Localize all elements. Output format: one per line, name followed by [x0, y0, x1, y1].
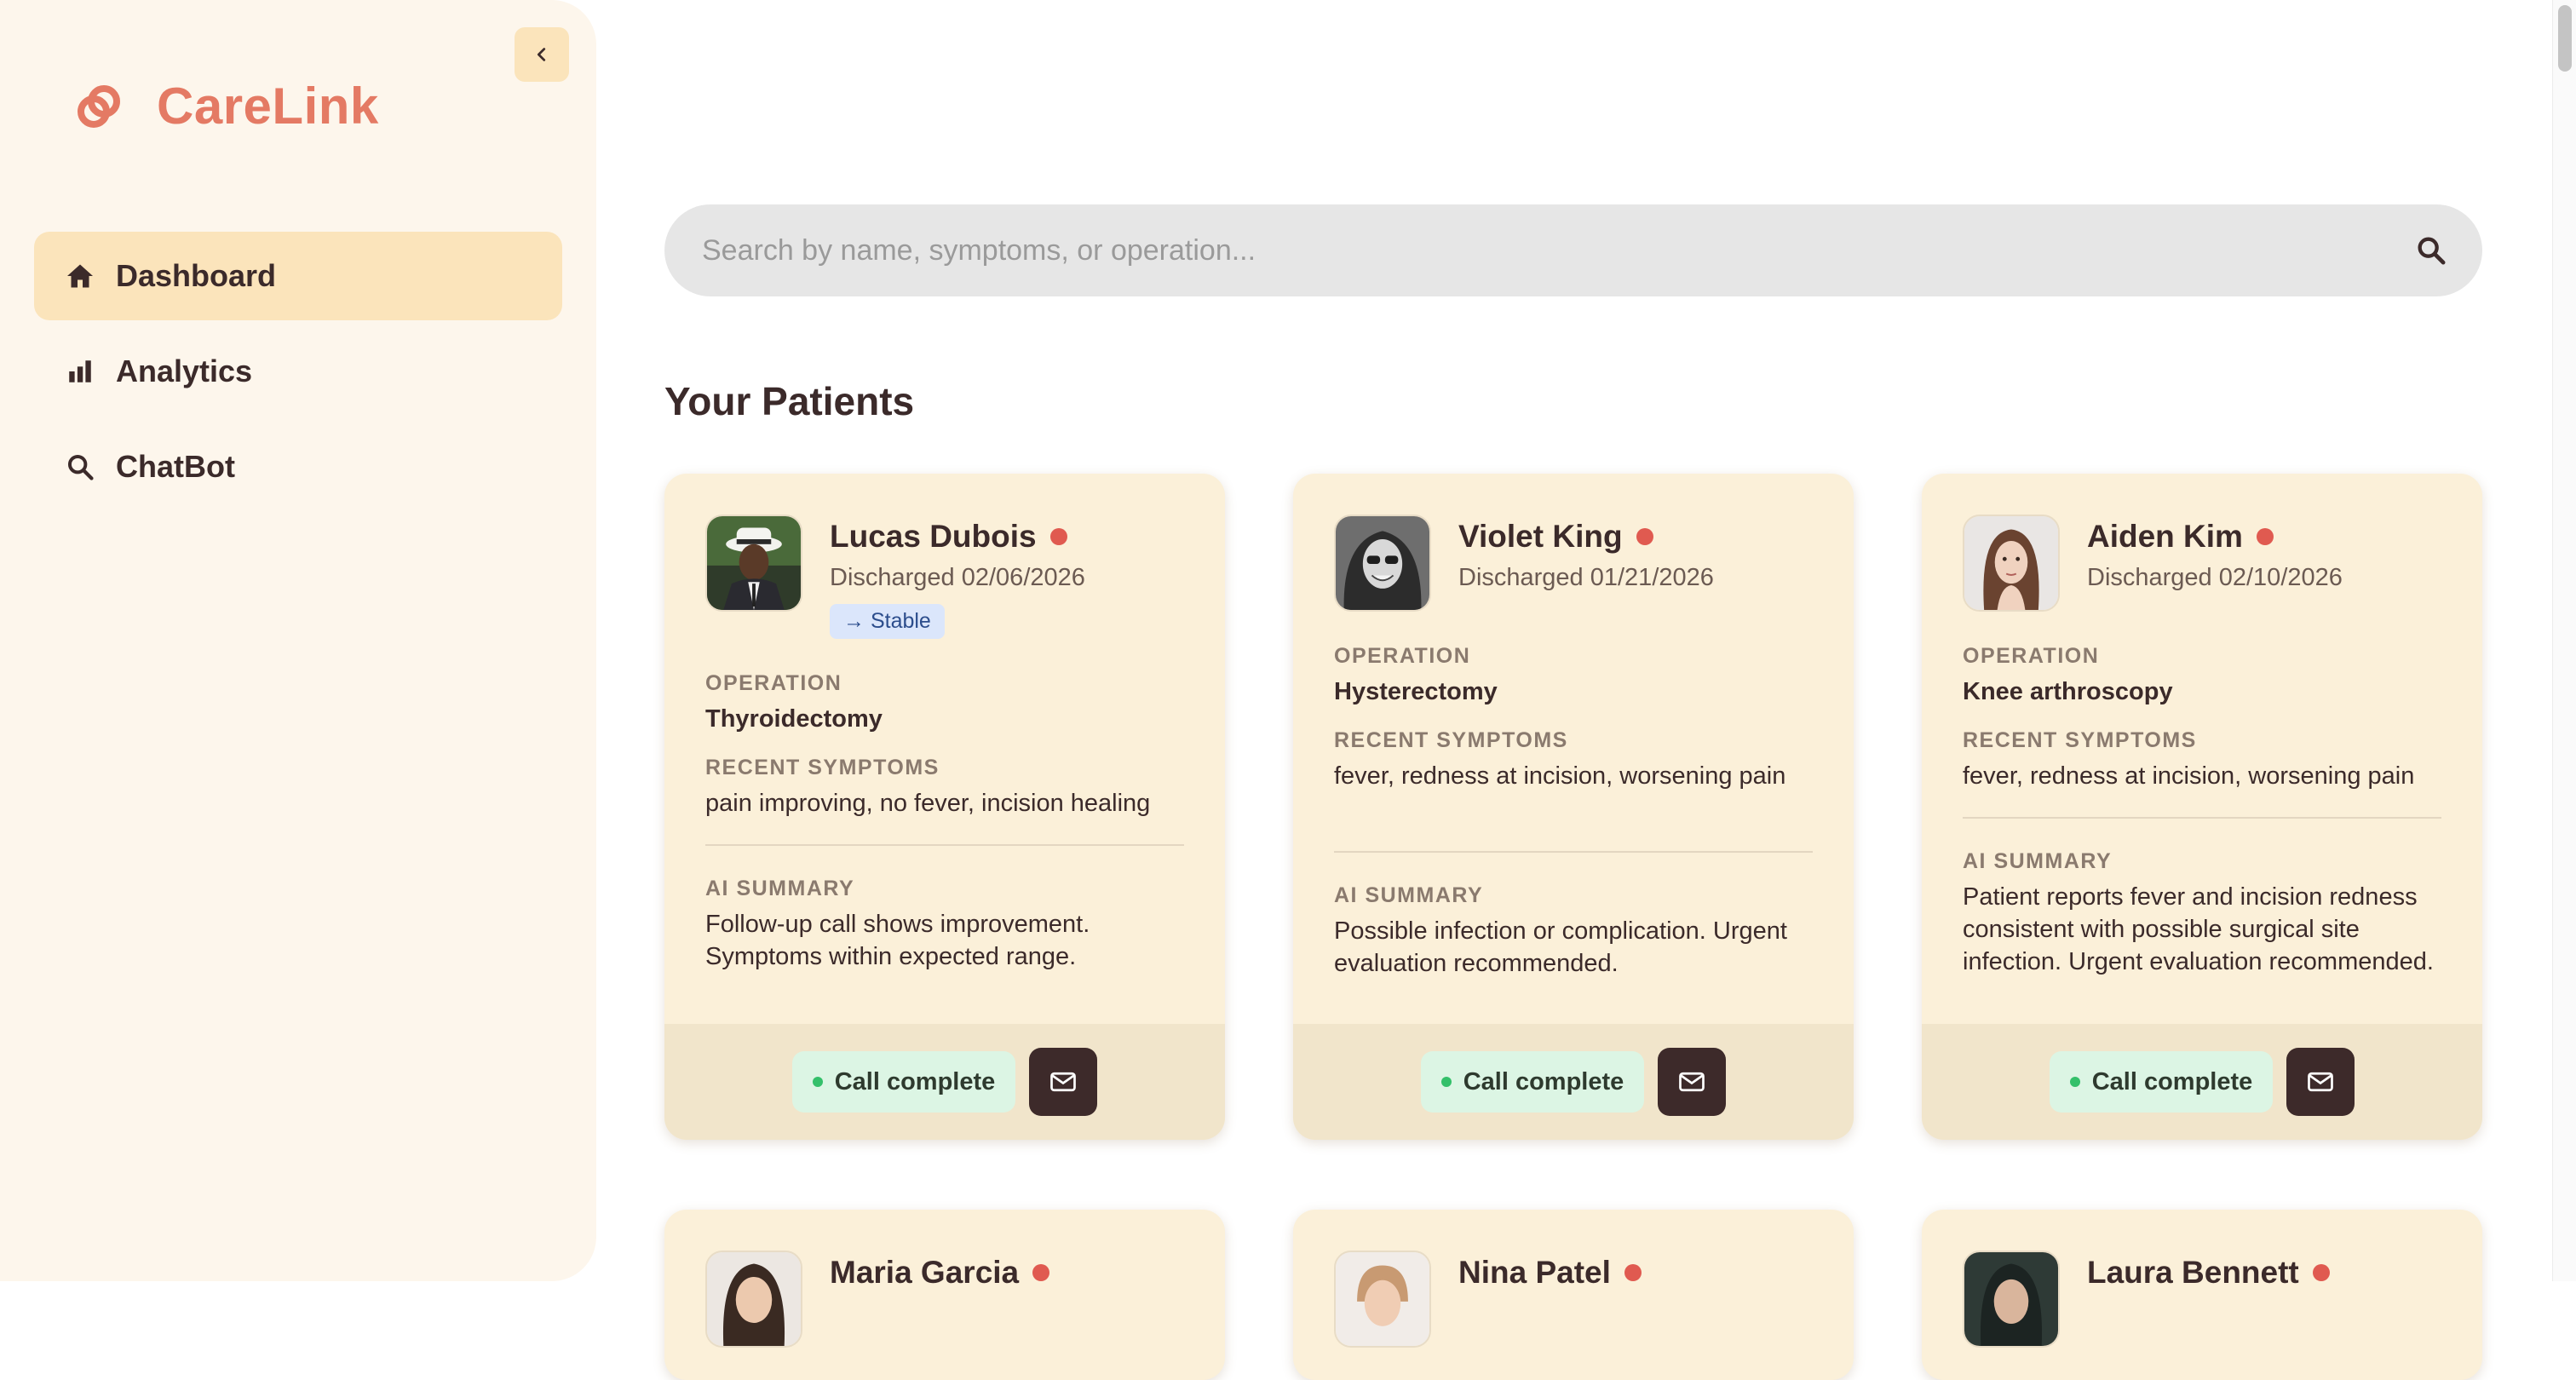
call-status-badge: Call complete: [791, 1051, 1016, 1113]
operation-value: Hysterectomy: [1334, 678, 1498, 705]
divider: [1963, 816, 2441, 819]
sidebar: CareLink Dashboard Analytics ChatBot: [0, 0, 596, 1281]
call-status-label: Call complete: [2091, 1067, 2253, 1095]
patient-name: Nina Patel: [1458, 1255, 1611, 1290]
chevron-left-icon: [537, 48, 546, 61]
card-footer: Call complete: [1922, 1024, 2482, 1140]
patient-card[interactable]: Aiden Kim Discharged 02/10/2026 OPERATIO…: [1922, 474, 2482, 1140]
card-footer: Call complete: [1293, 1024, 1854, 1140]
summary-value: Possible infection or complication. Urge…: [1334, 917, 1787, 977]
brand[interactable]: CareLink: [72, 77, 379, 135]
brand-name: CareLink: [157, 78, 379, 135]
symptoms-label: RECENT SYMPTOMS: [1334, 728, 1568, 753]
sidebar-item-label: ChatBot: [116, 449, 235, 484]
patient-name-row: Maria Garcia: [830, 1252, 1050, 1293]
symptoms-value: pain improving, no fever, incision heali…: [705, 790, 1151, 818]
patient-name: Lucas Dubois: [830, 519, 1037, 554]
mail-icon: [2308, 1072, 2334, 1092]
summary-value: Follow-up call shows improvement. Sympto…: [705, 910, 1090, 970]
status-badge: → Stable: [830, 604, 945, 639]
mail-icon: [1679, 1072, 1705, 1092]
patient-card[interactable]: Nina Patel: [1293, 1210, 1854, 1380]
page-title: Your Patients: [664, 379, 915, 423]
mail-icon: [1050, 1072, 1077, 1092]
status-dot: [1440, 1077, 1452, 1087]
patient-card[interactable]: Lucas Dubois Discharged 02/06/2026 → Sta…: [664, 474, 1225, 1140]
call-status-badge: Call complete: [1420, 1051, 1645, 1113]
scrollbar-thumb[interactable]: [2558, 5, 2572, 72]
patient-card[interactable]: Laura Bennett: [1922, 1210, 2482, 1380]
avatar: [705, 1251, 802, 1348]
status-dot: [1624, 1264, 1642, 1281]
symptoms-value: fever, redness at incision, worsening pa…: [1334, 762, 1786, 791]
patient-name-row: Aiden Kim: [2087, 516, 2343, 557]
symptoms-label: RECENT SYMPTOMS: [705, 756, 940, 780]
summary-label: AI SUMMARY: [1963, 848, 2113, 873]
scrollbar[interactable]: [2552, 0, 2576, 1281]
summary-label: AI SUMMARY: [705, 876, 855, 900]
call-status-label: Call complete: [1463, 1067, 1624, 1095]
search-icon[interactable]: [2414, 233, 2448, 267]
bar-chart-icon: [63, 354, 97, 388]
patient-name: Aiden Kim: [2087, 519, 2243, 554]
patient-card[interactable]: Maria Garcia: [664, 1210, 1225, 1380]
status-dot: [2312, 1264, 2330, 1281]
operation-label: OPERATION: [705, 671, 842, 695]
operation-label: OPERATION: [1963, 644, 2100, 668]
patient-name-row: Nina Patel: [1458, 1252, 1642, 1293]
home-icon: [63, 259, 97, 293]
status-dot: [2069, 1077, 2080, 1087]
status-dot: [1049, 528, 1067, 545]
email-button[interactable]: [2286, 1048, 2355, 1116]
symptoms-label: RECENT SYMPTOMS: [1963, 728, 2197, 753]
avatar: [1334, 1251, 1431, 1348]
sidebar-item-label: Analytics: [116, 354, 253, 388]
patient-name: Laura Bennett: [2087, 1255, 2299, 1290]
status-dot: [2256, 528, 2274, 545]
email-button[interactable]: [1658, 1048, 1727, 1116]
summary-value: Patient reports fever and incision redne…: [1963, 883, 2434, 976]
call-status-label: Call complete: [834, 1067, 996, 1095]
discharge-date: Discharged 02/10/2026: [2087, 564, 2343, 591]
sidebar-item-analytics[interactable]: Analytics: [34, 327, 562, 416]
patient-name-row: Lucas Dubois: [830, 516, 1085, 557]
status-dot: [812, 1077, 823, 1087]
avatar: [1963, 1251, 2060, 1348]
discharge-date: Discharged 01/21/2026: [1458, 564, 1714, 591]
sidebar-nav: Dashboard Analytics ChatBot: [34, 232, 562, 518]
patient-card[interactable]: Violet King Discharged 01/21/2026 OPERAT…: [1293, 474, 1854, 1140]
link-logo-icon: [78, 84, 120, 128]
patient-name: Violet King: [1458, 519, 1623, 554]
divider: [705, 843, 1184, 846]
patient-name: Maria Garcia: [830, 1255, 1020, 1290]
sidebar-item-chatbot[interactable]: ChatBot: [34, 423, 562, 511]
operation-label: OPERATION: [1334, 644, 1471, 668]
card-footer: Call complete: [664, 1024, 1225, 1140]
discharge-date: Discharged 02/06/2026: [830, 564, 1085, 591]
avatar: [1334, 515, 1431, 612]
search-bar: [664, 204, 2482, 296]
divider: [1334, 850, 1813, 853]
avatar: [1963, 515, 2060, 612]
sidebar-item-dashboard[interactable]: Dashboard: [34, 232, 562, 320]
search-icon: [63, 450, 97, 484]
summary-label: AI SUMMARY: [1334, 883, 1484, 907]
symptoms-value: fever, redness at incision, worsening pa…: [1963, 762, 2415, 791]
operation-value: Thyroidectomy: [705, 705, 883, 733]
call-status-badge: Call complete: [2049, 1051, 2274, 1113]
status-dot: [1032, 1264, 1050, 1281]
collapse-sidebar-button[interactable]: [515, 27, 569, 82]
email-button[interactable]: [1029, 1048, 1098, 1116]
patient-name-row: Violet King: [1458, 516, 1714, 557]
sidebar-item-label: Dashboard: [116, 258, 277, 293]
avatar: [705, 515, 802, 612]
patient-name-row: Laura Bennett: [2087, 1252, 2330, 1293]
operation-value: Knee arthroscopy: [1963, 678, 2173, 705]
search-input[interactable]: [700, 233, 2414, 268]
status-dot: [1636, 528, 1653, 545]
